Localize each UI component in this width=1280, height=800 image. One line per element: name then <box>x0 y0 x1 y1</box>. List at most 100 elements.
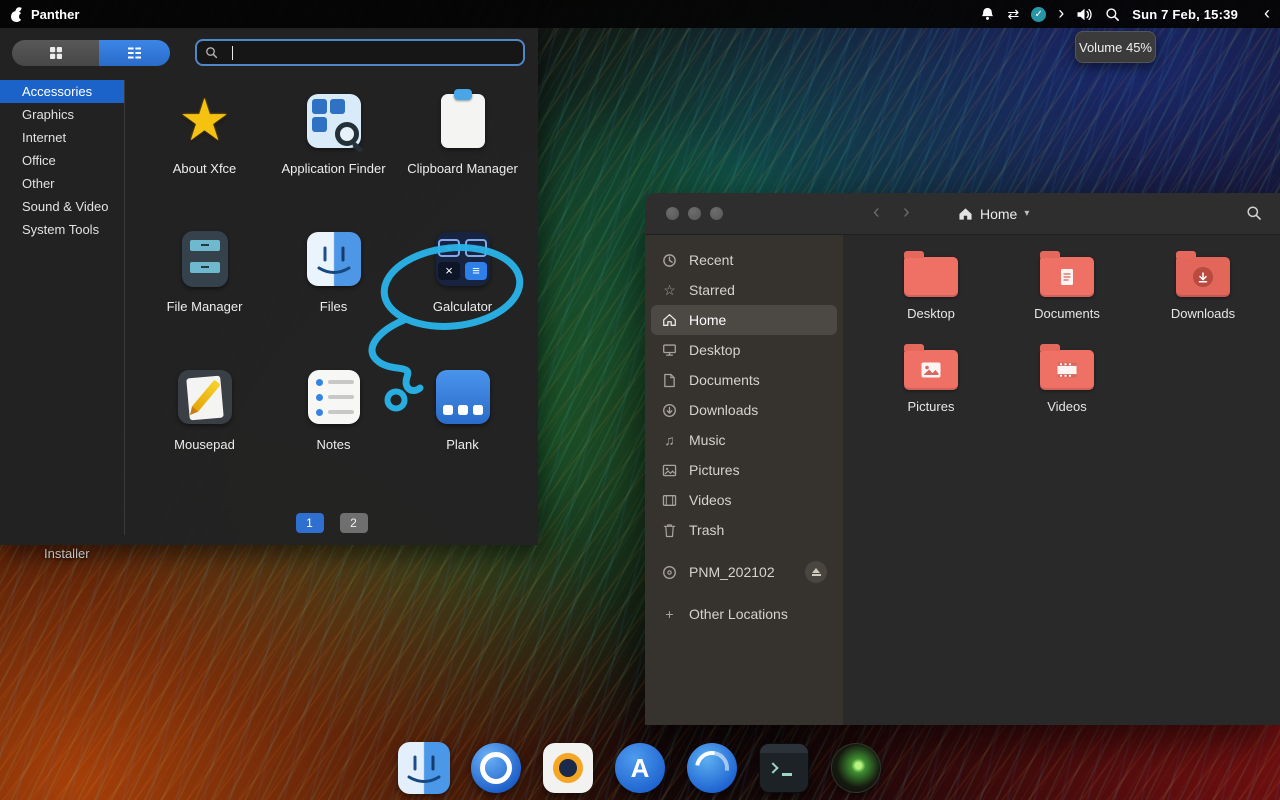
folder-downloads[interactable]: Downloads <box>1171 249 1235 342</box>
desktop-icon-installer[interactable]: Installer <box>44 546 90 561</box>
sidebar-item-recent[interactable]: Recent <box>651 245 837 275</box>
close-button[interactable] <box>666 207 679 220</box>
folder-documents[interactable]: Documents <box>1034 249 1100 342</box>
sidebar-label: Documents <box>689 372 760 388</box>
sidebar-label: Music <box>689 432 726 448</box>
launcher-search-input[interactable] <box>195 39 525 66</box>
folder-desktop[interactable]: Desktop <box>904 249 958 342</box>
page-2-button[interactable]: 2 <box>339 513 368 533</box>
sidebar-label: Desktop <box>689 342 741 358</box>
category-sound-video[interactable]: Sound & Video <box>0 195 124 218</box>
dock-screen-recorder-icon[interactable] <box>830 742 882 794</box>
app-application-finder[interactable]: Application Finder <box>269 90 398 228</box>
dock-app-store-icon[interactable]: A <box>614 742 666 794</box>
chevron-right-icon[interactable]: › <box>1058 4 1064 22</box>
app-file-manager[interactable]: File Manager <box>140 228 269 366</box>
desktop-screen: Panther ⇄ ✓ › Sun 7 Feb, 15:39 ‹ Volume … <box>0 0 1280 800</box>
sidebar-item-pnm-drive[interactable]: PNM_202102 <box>651 557 837 587</box>
back-button[interactable]: ‹ <box>873 201 880 224</box>
dock-terminal-icon[interactable] <box>758 742 810 794</box>
desktop-icon <box>661 343 678 357</box>
app-mousepad[interactable]: Mousepad <box>140 366 269 504</box>
notes-list-icon <box>303 366 365 428</box>
app-notes[interactable]: Notes <box>269 366 398 504</box>
dock: A <box>398 742 882 794</box>
category-system-tools[interactable]: System Tools <box>0 218 124 241</box>
os-name[interactable]: Panther <box>31 7 79 22</box>
sidebar-item-pictures[interactable]: Pictures <box>651 455 837 485</box>
distro-logo-icon[interactable] <box>10 5 26 22</box>
search-icon <box>1247 206 1261 220</box>
paged-view-button[interactable] <box>99 40 170 66</box>
dock-web-browser-icon[interactable] <box>470 742 522 794</box>
trash-icon <box>661 523 678 538</box>
dock-browser-icon[interactable] <box>686 742 738 794</box>
sidebar-label: Videos <box>689 492 732 508</box>
text-caret <box>232 45 233 60</box>
app-grid: ★ About Xfce Application Finder Clipboar… <box>125 80 538 504</box>
category-graphics[interactable]: Graphics <box>0 103 124 126</box>
folder-videos[interactable]: Videos <box>1040 342 1094 435</box>
forward-button[interactable]: › <box>903 201 910 224</box>
grid-view-icon <box>49 47 62 59</box>
sidebar-item-documents[interactable]: Documents <box>651 365 837 395</box>
files-header-main: ‹ › Home ▾ <box>843 193 1280 234</box>
files-window: ‹ › Home ▾ Recent ☆ Starred Home Desktop… <box>645 193 1280 725</box>
finder-face-icon <box>303 228 365 290</box>
app-launcher-panel: Accessories Graphics Internet Office Oth… <box>0 28 538 545</box>
files-content: Desktop Documents Downloads Pictures Vid… <box>843 235 1280 725</box>
sidebar-item-desktop[interactable]: Desktop <box>651 335 837 365</box>
sidebar-item-home[interactable]: Home <box>651 305 837 335</box>
sidebar-item-other-locations[interactable]: + Other Locations <box>651 599 837 629</box>
video-glyph-icon <box>1057 362 1077 378</box>
search-icon[interactable] <box>1105 7 1120 22</box>
dock-files-icon[interactable] <box>398 742 450 794</box>
eject-button[interactable] <box>805 561 827 583</box>
maximize-button[interactable] <box>710 207 723 220</box>
folder-label: Downloads <box>1170 306 1236 321</box>
clipboard-icon <box>432 89 494 152</box>
top-bar-left: Panther <box>10 5 79 22</box>
sidebar-label: Pictures <box>689 462 740 478</box>
sidebar-item-videos[interactable]: Videos <box>651 485 837 515</box>
app-galculator[interactable]: + − × ≡ Galculator <box>398 228 527 366</box>
folder-pictures[interactable]: Pictures <box>904 342 958 435</box>
updates-check-icon[interactable]: ✓ <box>1031 6 1047 22</box>
image-glyph-icon <box>921 362 941 378</box>
sidebar-item-downloads[interactable]: Downloads <box>651 395 837 425</box>
sidebar-label: Home <box>689 312 727 328</box>
paged-view-icon <box>128 47 141 59</box>
app-files[interactable]: Files <box>269 228 398 366</box>
page-1-button[interactable]: 1 <box>295 513 324 533</box>
view-toggles <box>12 40 170 66</box>
app-label: Notes <box>316 437 351 452</box>
app-clipboard-manager[interactable]: Clipboard Manager <box>398 89 527 228</box>
category-internet[interactable]: Internet <box>0 126 124 149</box>
file-cabinet-icon <box>174 228 236 290</box>
volume-icon[interactable] <box>1076 7 1093 22</box>
folder-icon <box>1040 251 1094 297</box>
category-other[interactable]: Other <box>0 172 124 195</box>
network-arrows-icon[interactable]: ⇄ <box>1007 7 1019 21</box>
notepad-pencil-icon <box>174 366 236 428</box>
sidebar-item-trash[interactable]: Trash <box>651 515 837 545</box>
dock-camera-icon[interactable] <box>542 742 594 794</box>
grid-view-button[interactable] <box>12 40 99 66</box>
chevron-left-icon[interactable]: ‹ <box>1264 4 1270 22</box>
category-accessories[interactable]: Accessories <box>0 80 124 103</box>
volume-osd: Volume 45% <box>1075 31 1156 63</box>
app-plank[interactable]: Plank <box>398 366 527 504</box>
window-controls <box>645 207 843 220</box>
videos-icon <box>661 494 678 507</box>
notifications-bell-icon[interactable] <box>980 6 995 22</box>
clock[interactable]: Sun 7 Feb, 15:39 <box>1132 7 1238 22</box>
sidebar-item-starred[interactable]: ☆ Starred <box>651 275 837 305</box>
sidebar-label: Other Locations <box>689 606 788 622</box>
volume-osd-label: Volume 45% <box>1079 39 1152 55</box>
files-search-button[interactable] <box>1246 205 1262 226</box>
sidebar-item-music[interactable]: ♫ Music <box>651 425 837 455</box>
app-about-xfce[interactable]: ★ About Xfce <box>140 90 269 228</box>
location-button[interactable]: Home ▾ <box>948 201 1039 227</box>
category-office[interactable]: Office <box>0 149 124 172</box>
minimize-button[interactable] <box>688 207 701 220</box>
